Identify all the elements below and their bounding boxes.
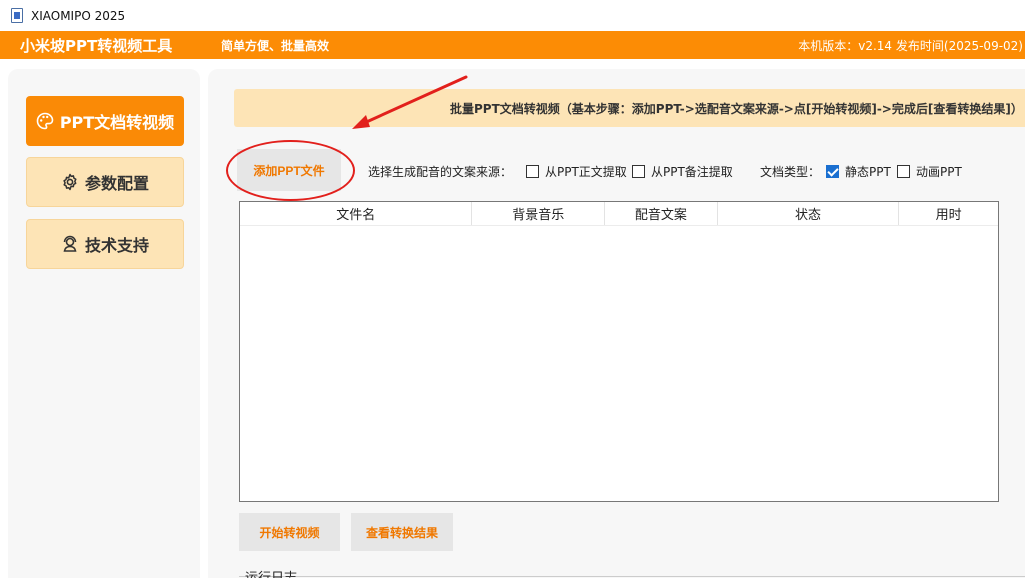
nav-label: 技术支持 xyxy=(84,236,149,255)
type-option-static[interactable]: 静态PPT xyxy=(826,163,891,180)
nav-label: PPT文档转视频 xyxy=(59,113,175,132)
column-header-script[interactable]: 配音文案 xyxy=(605,202,718,225)
app-name: 小米坡PPT转视频工具 xyxy=(20,37,173,55)
view-results-button[interactable]: 查看转换结果 xyxy=(351,513,453,551)
option-label: 静态PPT xyxy=(845,165,891,179)
column-header-status[interactable]: 状态 xyxy=(718,202,900,225)
file-table[interactable]: 文件名 背景音乐 配音文案 状态 用时 xyxy=(239,201,999,502)
table-header: 文件名 背景音乐 配音文案 状态 用时 xyxy=(240,202,998,226)
nav-label: 参数配置 xyxy=(84,174,149,193)
checkbox-animated-ppt[interactable] xyxy=(897,165,910,178)
add-ppt-button[interactable]: 添加PPT文件 xyxy=(237,149,341,191)
source-option-body[interactable]: 从PPT正文提取 xyxy=(526,163,627,180)
window-title: XIAOMIPO 2025 xyxy=(31,8,126,23)
checkbox-static-ppt[interactable] xyxy=(826,165,839,178)
instruction-text: 批量PPT文档转视频（基本步骤：添加PPT->选配音文案来源->点[开始转视频]… xyxy=(450,102,1023,116)
instruction-banner: 批量PPT文档转视频（基本步骤：添加PPT->选配音文案来源->点[开始转视频]… xyxy=(234,89,1025,127)
column-header-filename[interactable]: 文件名 xyxy=(240,202,473,225)
checkbox-body-text[interactable] xyxy=(526,165,539,178)
option-label: 从PPT正文提取 xyxy=(545,165,627,179)
gear-icon xyxy=(61,173,79,191)
type-option-animated[interactable]: 动画PPT xyxy=(897,163,962,180)
palette-icon xyxy=(36,112,54,130)
checkbox-notes[interactable] xyxy=(632,165,645,178)
log-divider xyxy=(239,576,1025,577)
app-slogan: 简单方便、批量高效 xyxy=(221,39,330,53)
column-header-bgm[interactable]: 背景音乐 xyxy=(472,202,606,225)
source-option-notes[interactable]: 从PPT备注提取 xyxy=(632,163,733,180)
option-label: 动画PPT xyxy=(916,165,962,179)
column-header-duration[interactable]: 用时 xyxy=(899,202,998,225)
version-info: 本机版本：v2.14 发布时间(2025-09-02) xyxy=(798,39,1023,53)
nav-item-settings[interactable]: 参数配置 xyxy=(26,157,184,207)
source-label: 选择生成配音的文案来源： xyxy=(368,165,513,179)
log-label: 运行日志 xyxy=(245,567,297,578)
nav-item-ppt-to-video[interactable]: PPT文档转视频 xyxy=(26,96,184,146)
document-icon xyxy=(11,8,23,23)
start-convert-button[interactable]: 开始转视频 xyxy=(239,513,340,551)
support-agent-icon xyxy=(61,235,79,253)
app-header: 小米坡PPT转视频工具 简单方便、批量高效 本机版本：v2.14 发布时间(20… xyxy=(0,31,1025,59)
window-titlebar: XIAOMIPO 2025 xyxy=(0,0,1025,31)
nav-item-support[interactable]: 技术支持 xyxy=(26,219,184,269)
doc-type-label: 文档类型： xyxy=(760,165,821,179)
sidebar: PPT文档转视频 参数配置 技术支持 xyxy=(8,69,200,578)
main-panel: 批量PPT文档转视频（基本步骤：添加PPT->选配音文案来源->点[开始转视频]… xyxy=(208,69,1025,578)
option-label: 从PPT备注提取 xyxy=(651,165,733,179)
